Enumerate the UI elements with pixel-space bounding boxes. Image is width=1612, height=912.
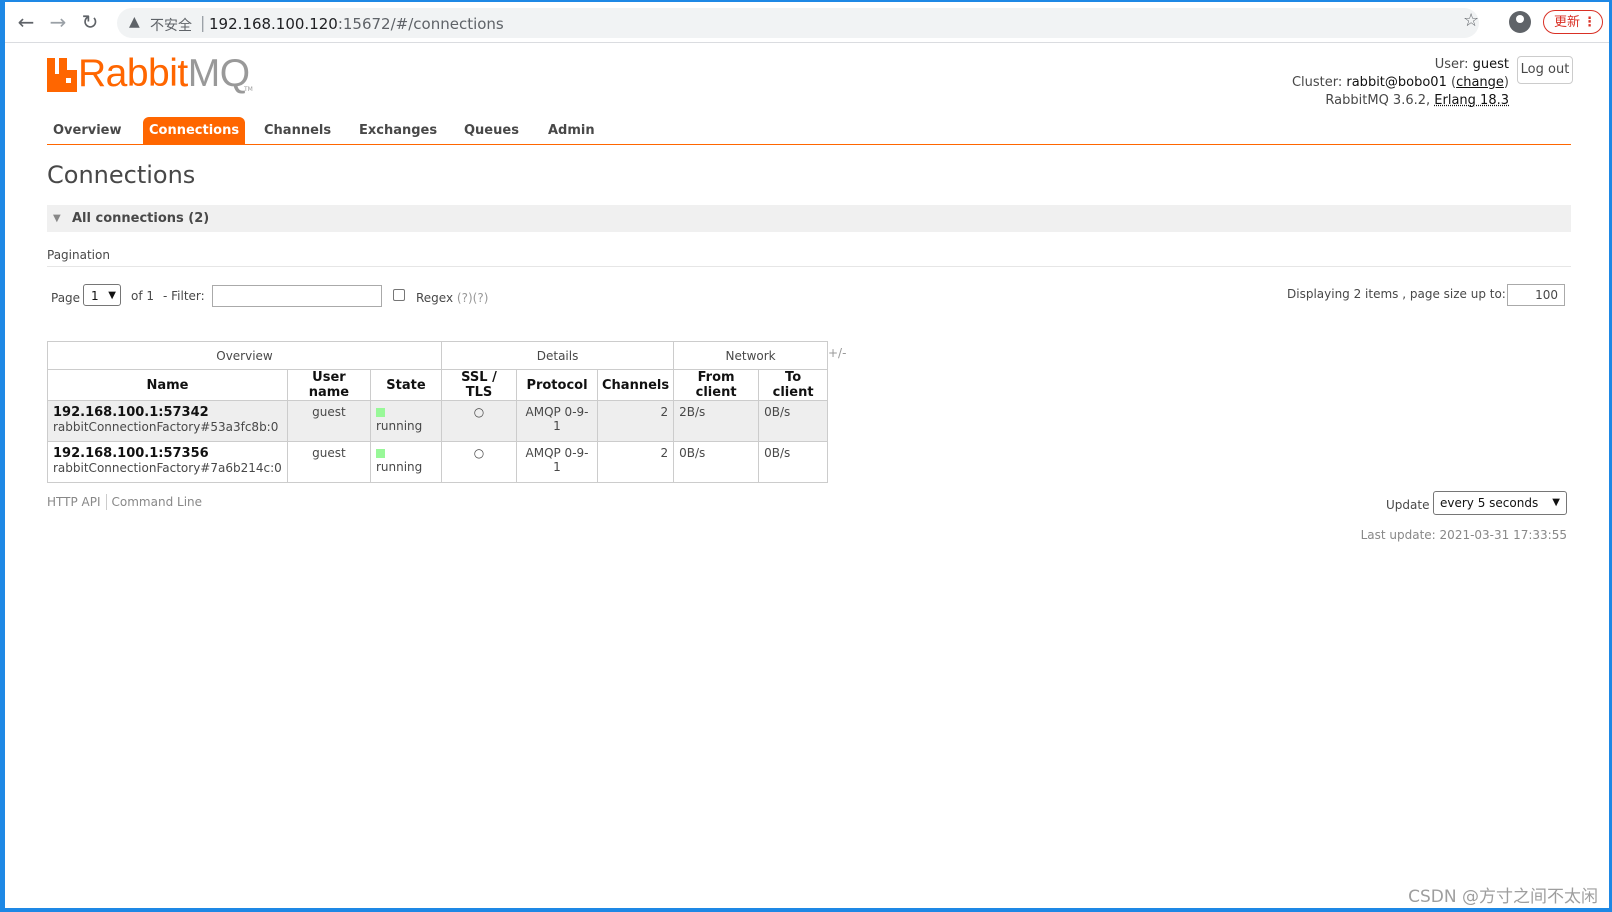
footer-divider [105,494,107,510]
user-name: guest [1472,57,1509,72]
regex-help-link[interactable]: (?)(?) [457,291,488,305]
display-count-text: Displaying 2 items , page size up to: [1287,287,1506,301]
footer-links: HTTP API Command Line [47,494,202,510]
column-header-to-client[interactable]: To client [758,369,829,401]
back-arrow-icon[interactable]: ← [15,11,37,33]
warning-icon: ▲ [129,14,140,30]
user-name-cell: guest [286,441,371,483]
url-text[interactable]: 192.168.100.120:15672/#/connections [209,15,504,33]
tab-channels[interactable]: Channels [264,119,331,143]
tab-exchanges[interactable]: Exchanges [359,119,437,143]
connection-name-cell[interactable]: 192.168.100.1:57356 rabbitConnectionFact… [47,441,288,483]
tab-admin[interactable]: Admin [548,119,595,143]
tab-queues[interactable]: Queues [464,119,519,143]
group-header-network: Network [673,341,829,370]
column-header-name[interactable]: Name [47,369,288,401]
forward-arrow-icon[interactable]: → [47,11,69,33]
table-row[interactable]: 192.168.100.1:57342 rabbitConnectionFact… [47,400,829,442]
column-header-protocol[interactable]: Protocol [516,369,598,401]
channels-cell: 2 [596,441,675,483]
state-cell: running [369,441,443,483]
page-size-input[interactable]: 100 [1507,284,1565,306]
http-api-link[interactable]: HTTP API [47,495,101,509]
reload-icon[interactable]: ↻ [79,11,101,33]
last-update-text: Last update: 2021-03-31 17:33:55 [1360,528,1567,542]
column-header-ssl-tls[interactable]: SSL / TLS [441,369,517,401]
page-of-label: of 1 [131,289,155,303]
chevron-down-icon: ▼ [1552,497,1560,508]
tab-overview[interactable]: Overview [53,119,122,143]
page-label: Page [51,291,81,305]
logo-trademark: TM [244,86,253,93]
pagination-heading: Pagination [47,248,110,262]
all-connections-toggle[interactable]: ▼ All connections (2) [47,205,1571,232]
window-frame-left [0,0,5,912]
table-row[interactable]: 192.168.100.1:57356 rabbitConnectionFact… [47,441,829,483]
browser-update-button[interactable]: 更新 ⋮ [1543,10,1603,34]
running-status-icon [375,449,385,458]
menu-dots-icon: ⋮ [1583,15,1596,30]
to-client-cell: 0B/s [758,441,829,483]
omnibox-divider: | [200,13,206,32]
connection-name-link[interactable]: 192.168.100.1:57356 [53,446,282,461]
to-client-cell: 0B/s [758,400,829,442]
running-status-icon [375,408,385,417]
watermark: CSDN @方寸之间不太闲 [1408,887,1598,907]
column-header-channels[interactable]: Channels [596,369,675,401]
regex-label: Regex (?)(?) [416,291,489,305]
address-bar[interactable]: ▲ 不安全 | 192.168.100.120:15672/#/connecti… [117,8,1479,38]
version-text: RabbitMQ 3.6.2, [1325,93,1431,108]
security-label: 不安全 [150,18,192,34]
pagination-divider [47,266,1571,267]
erlang-version: Erlang 18.3 [1434,93,1509,108]
protocol-cell: AMQP 0-9-1 [516,400,598,442]
group-header-details: Details [440,341,675,370]
state-cell: running [369,400,443,442]
browser-toolbar: ← → ↻ ▲ 不安全 | 192.168.100.120:15672/#/co… [5,2,1609,43]
ssl-cell: ○ [441,441,517,483]
regex-checkbox[interactable] [393,289,405,301]
group-header-overview: Overview [47,341,442,370]
user-name-cell: guest [286,400,371,442]
section-label: All connections (2) [72,211,210,226]
logo-wordmark: RabbitMQ [78,52,250,95]
rabbitmq-logo-icon [47,58,77,92]
change-cluster-link[interactable]: change [1456,75,1504,90]
window-frame-bottom [0,908,1612,912]
tab-connections[interactable]: Connections [143,117,246,144]
main-tabs: Overview Connections Channels Exchanges … [47,117,1571,145]
connection-name-cell[interactable]: 192.168.100.1:57342 rabbitConnectionFact… [47,400,288,442]
channels-cell: 2 [596,400,675,442]
command-line-link[interactable]: Command Line [112,495,203,509]
update-label: Update [1386,498,1430,512]
update-interval-select[interactable]: every 5 seconds ▼ [1433,491,1567,515]
collapse-triangle-icon: ▼ [53,213,61,224]
page-title: Connections [47,161,196,189]
from-client-cell: 0B/s [673,441,760,483]
column-header-user-name[interactable]: User name [286,369,371,401]
connection-client-name: rabbitConnectionFactory#53a3fc8b:0 [53,420,279,434]
ssl-cell: ○ [441,400,517,442]
connection-client-name: rabbitConnectionFactory#7a6b214c:0 [53,461,282,475]
column-toggle-button[interactable]: +/- [828,346,846,360]
column-header-from-client[interactable]: From client [673,369,760,401]
column-header-state[interactable]: State [369,369,443,401]
connections-table: Overview Details Network Name User name … [47,341,829,483]
chevron-down-icon: ▼ [108,290,116,301]
connection-name-link[interactable]: 192.168.100.1:57342 [53,405,282,420]
profile-avatar-icon[interactable] [1509,11,1531,33]
user-info: User: guest Cluster: rabbit@bobo01 (chan… [1291,57,1509,108]
page-select[interactable]: 1 ▼ [83,284,121,306]
filter-input[interactable] [212,285,382,307]
from-client-cell: 2B/s [673,400,760,442]
filter-label: - Filter: [163,289,205,303]
cluster-name: rabbit@bobo01 [1346,75,1447,90]
bookmark-star-icon[interactable]: ☆ [1463,10,1479,31]
logout-button[interactable]: Log out [1517,56,1573,84]
protocol-cell: AMQP 0-9-1 [516,441,598,483]
